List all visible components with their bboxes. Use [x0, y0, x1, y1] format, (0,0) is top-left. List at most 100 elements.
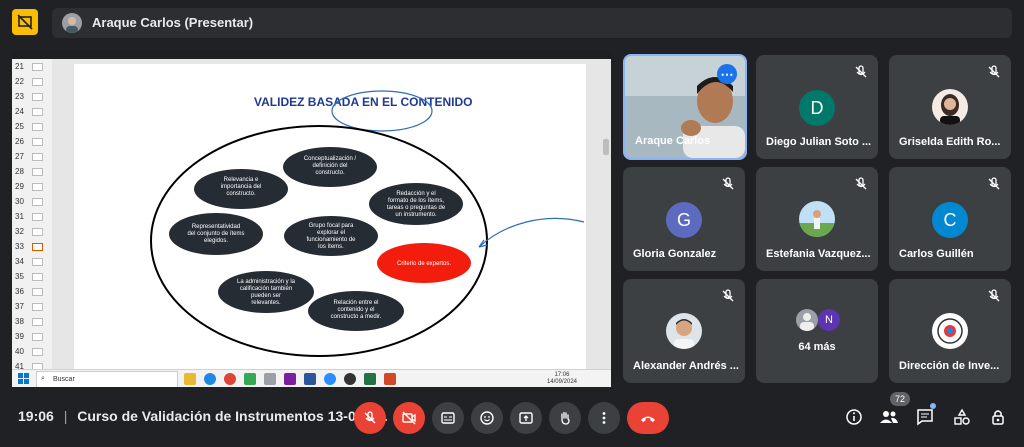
- slide-thumbnail[interactable]: 21: [12, 59, 52, 73]
- mic-off-icon: [988, 289, 1000, 302]
- lock-person-icon: [992, 410, 1004, 425]
- shared-screen: 21 22 23 24 25 26 27 28 29 30 31 32 33 3…: [12, 51, 611, 387]
- institution-logo: [932, 313, 968, 349]
- leave-call-button[interactable]: [627, 402, 669, 434]
- slide-thumbnail[interactable]: 28: [12, 164, 52, 178]
- word-icon[interactable]: [304, 373, 316, 385]
- chat-button[interactable]: [913, 403, 937, 429]
- slide-thumbnail-panel[interactable]: 21 22 23 24 25 26 27 28 29 30 31 32 33 3…: [12, 59, 52, 377]
- raise-hand-button[interactable]: [549, 402, 581, 434]
- slide-thumbnail[interactable]: 26: [12, 134, 52, 148]
- mic-off-icon: [722, 289, 734, 302]
- camera-toggle-button[interactable]: [393, 402, 425, 434]
- app-icon[interactable]: [284, 373, 296, 385]
- top-bar: Araque Carlos (Presentar): [0, 0, 1024, 44]
- camera-off-icon: [402, 411, 416, 425]
- participant-name: Diego Julian Soto ...: [766, 136, 872, 148]
- participant-avatar: [666, 313, 702, 349]
- bubble-relacion: Relación entre el contenido y el construct…: [308, 291, 404, 331]
- participant-avatar: [799, 201, 835, 237]
- slide-thumbnail[interactable]: 27: [12, 149, 52, 163]
- participant-name: Dirección de Inve...: [899, 360, 1000, 372]
- app-icon[interactable]: [344, 373, 356, 385]
- bubble-administracion: La administración y la calificación tambi…: [218, 271, 314, 313]
- participant-tile[interactable]: Alexander Andrés ...: [623, 279, 745, 383]
- slide-thumbnail[interactable]: 31: [12, 209, 52, 223]
- windows-start-icon[interactable]: [18, 373, 29, 384]
- powerpoint-icon[interactable]: [384, 373, 396, 385]
- host-controls-button[interactable]: [986, 405, 1010, 429]
- participant-tile[interactable]: G Gloria Gonzalez: [623, 167, 745, 271]
- presenter-avatar: [62, 13, 82, 33]
- app-icon[interactable]: [264, 373, 276, 385]
- present-screen-button[interactable]: [510, 402, 542, 434]
- more-participants-label: 64 más: [798, 341, 836, 353]
- bubble-grupo-focal: Grupo focal para explorar el funcionamient…: [284, 216, 378, 256]
- activities-icon: [954, 408, 970, 425]
- taskbar-search[interactable]: ⌕ Buscar: [36, 371, 178, 387]
- slide-title: VALIDEZ BASADA EN EL CONTENIDO: [254, 95, 472, 109]
- participant-avatar: [796, 309, 818, 331]
- taskbar-clock[interactable]: 17:06 14/09/2024: [547, 372, 577, 386]
- people-button[interactable]: [877, 405, 901, 429]
- participant-tile[interactable]: Dirección de Inve...: [889, 279, 1011, 383]
- slide-thumbnail[interactable]: 37: [12, 299, 52, 313]
- meeting-details-button[interactable]: [842, 405, 866, 429]
- participant-avatar: [932, 89, 968, 125]
- excel-icon[interactable]: [364, 373, 376, 385]
- app-icon[interactable]: [244, 373, 256, 385]
- participant-tile-video[interactable]: ⋯ Araque Carlos: [623, 54, 747, 160]
- slide-thumbnail[interactable]: 25: [12, 119, 52, 133]
- slide-thumbnail[interactable]: 34: [12, 254, 52, 268]
- slide-thumbnail[interactable]: 22: [12, 74, 52, 88]
- bottom-control-bar: 19:06 | Curso de Validación de Instrumen…: [0, 392, 1024, 447]
- windows-taskbar: ⌕ Buscar 17:06 14/09/2024: [12, 369, 611, 387]
- slide-scrollbar[interactable]: [603, 139, 609, 155]
- presentation-icon[interactable]: [12, 9, 38, 35]
- participant-name: Carlos Guillén: [899, 248, 974, 260]
- slide-thumbnail[interactable]: 30: [12, 194, 52, 208]
- emoji-icon: [480, 411, 494, 425]
- slide-thumbnail[interactable]: 39: [12, 329, 52, 343]
- present-screen-icon: [519, 412, 533, 424]
- participant-name: Griselda Edith Ro...: [899, 136, 1001, 148]
- participant-tile[interactable]: C Carlos Guillén: [889, 167, 1011, 271]
- mic-off-icon: [855, 177, 867, 190]
- slide-thumbnail[interactable]: 40: [12, 344, 52, 358]
- mic-off-icon: [364, 411, 376, 424]
- presenter-banner[interactable]: Araque Carlos (Presentar): [52, 8, 1012, 38]
- meeting-time: 19:06: [18, 408, 54, 424]
- slide-thumbnail[interactable]: 35: [12, 269, 52, 283]
- chrome-icon[interactable]: [224, 373, 236, 385]
- hang-up-icon: [641, 416, 655, 422]
- edge-icon[interactable]: [204, 373, 216, 385]
- captions-button[interactable]: [432, 402, 464, 434]
- participant-tile[interactable]: D Diego Julian Soto ...: [756, 55, 878, 159]
- slide-thumbnail[interactable]: 23: [12, 89, 52, 103]
- more-options-button[interactable]: [588, 402, 620, 434]
- participant-tile[interactable]: Estefania Vazquez...: [756, 167, 878, 271]
- activities-button[interactable]: [950, 405, 974, 429]
- meeting-title: Curso de Validación de Instrumentos 13-0…: [77, 408, 388, 424]
- slide-thumbnail[interactable]: 24: [12, 104, 52, 118]
- participant-tile[interactable]: Griselda Edith Ro...: [889, 55, 1011, 159]
- chat-icon: [917, 409, 933, 426]
- slide-thumbnail[interactable]: 29: [12, 179, 52, 193]
- people-icon: [880, 411, 898, 423]
- slide: VALIDEZ BASADA EN EL CONTENIDO Relevanci…: [74, 64, 586, 370]
- mic-toggle-button[interactable]: [354, 402, 386, 434]
- reactions-button[interactable]: [471, 402, 503, 434]
- file-explorer-icon[interactable]: [184, 373, 196, 385]
- captions-icon: [441, 412, 455, 424]
- more-participants-tile[interactable]: N 64 más: [756, 279, 878, 383]
- slide-thumbnail[interactable]: 36: [12, 284, 52, 298]
- more-options-icon[interactable]: ⋯: [717, 64, 737, 84]
- participant-avatar: N: [818, 309, 840, 331]
- slide-editor-pane: VALIDEZ BASADA EN EL CONTENIDO Relevanci…: [52, 59, 611, 371]
- slide-thumbnail[interactable]: 32: [12, 224, 52, 238]
- participant-avatar: D: [799, 90, 835, 126]
- slide-thumbnail-selected[interactable]: 33: [12, 239, 52, 253]
- slide-thumbnail[interactable]: 38: [12, 314, 52, 328]
- zoom-icon[interactable]: [324, 373, 336, 385]
- participant-avatar: G: [666, 202, 702, 238]
